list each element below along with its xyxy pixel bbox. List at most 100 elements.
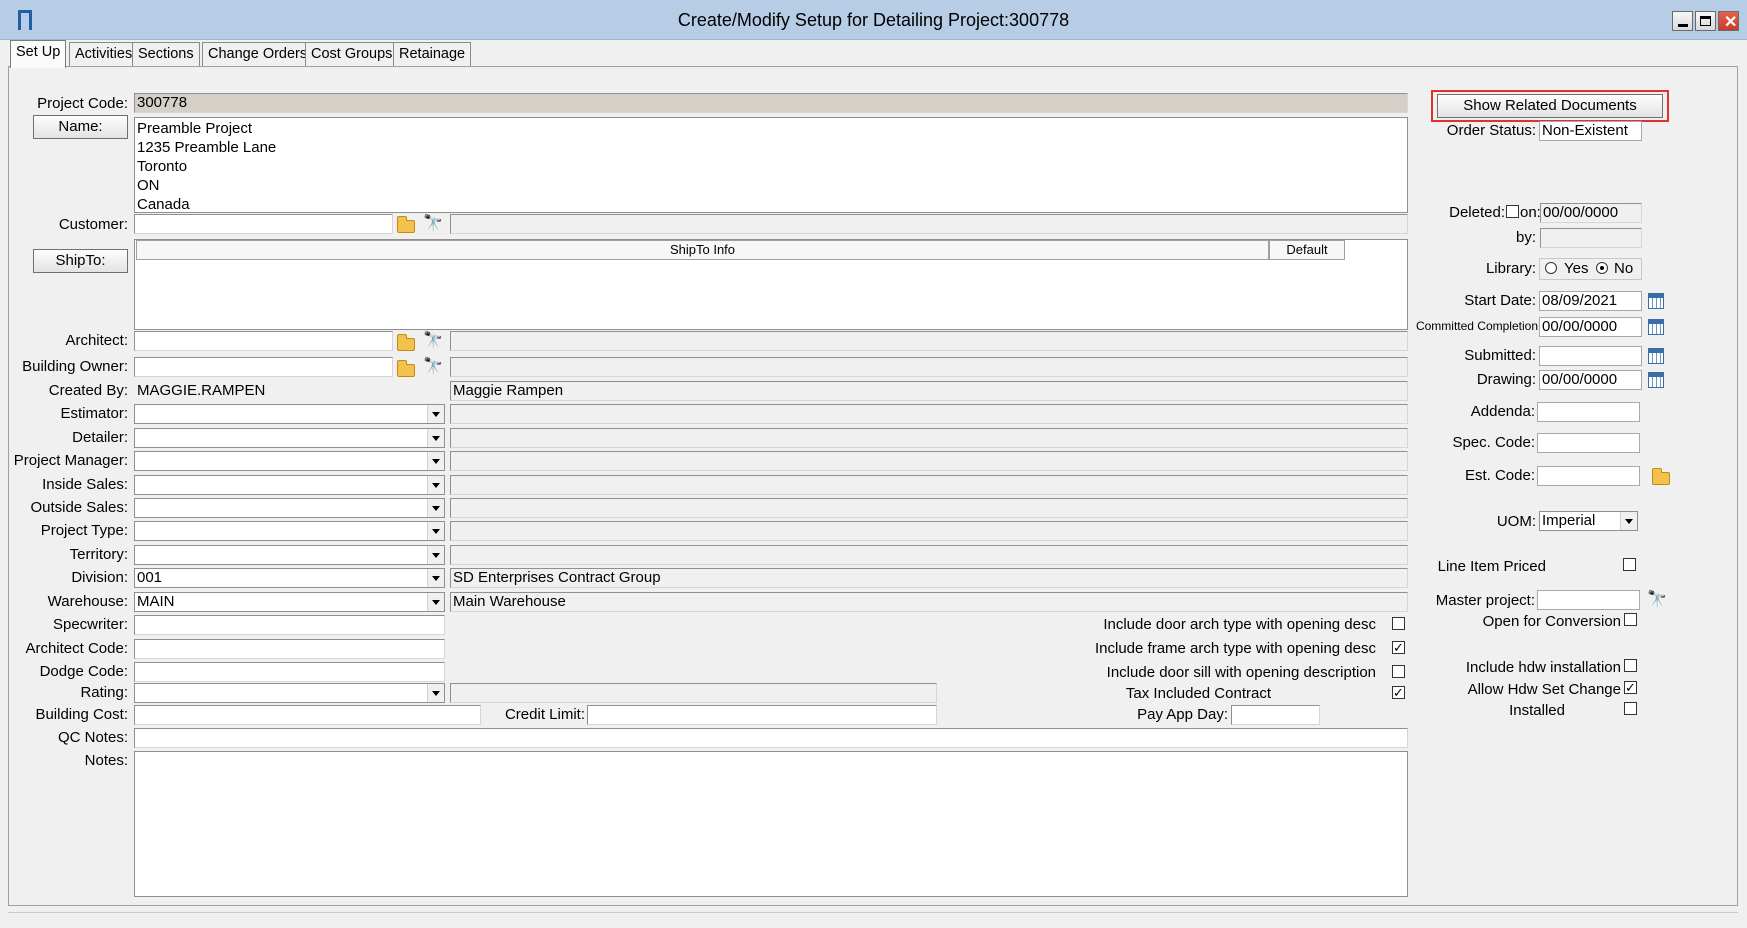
rating-select[interactable] xyxy=(134,683,445,703)
shipto-info-header[interactable]: ShipTo Info xyxy=(136,240,1269,260)
architect-code-label: Architect Code: xyxy=(25,640,128,657)
start-date-input[interactable]: 08/09/2021 xyxy=(1539,291,1642,311)
customer-browse-folder-icon[interactable] xyxy=(397,216,415,233)
master-project-search-binoculars-icon[interactable]: 🔭 xyxy=(1647,592,1667,608)
customer-search-binoculars-icon[interactable]: 🔭 xyxy=(423,216,443,232)
shipto-default-header[interactable]: Default xyxy=(1269,240,1345,260)
maximize-button[interactable] xyxy=(1695,11,1716,31)
drawing-input[interactable]: 00/00/0000 xyxy=(1539,370,1642,390)
est-code-input[interactable] xyxy=(1537,466,1640,486)
created-by-name: Maggie Rampen xyxy=(450,381,1408,401)
deleted-by-label: by: xyxy=(1515,229,1536,246)
project-type-select[interactable] xyxy=(134,521,445,541)
uom-label: UOM: xyxy=(1496,513,1536,530)
frame-arch-checkbox[interactable]: ✓ xyxy=(1392,641,1405,654)
warehouse-code: MAIN xyxy=(137,593,175,610)
master-project-input[interactable] xyxy=(1537,590,1640,610)
tab-setup[interactable]: Set Up xyxy=(10,40,67,68)
territory-select[interactable] xyxy=(134,545,445,565)
architect-input[interactable] xyxy=(134,331,393,351)
library-yes-radio[interactable] xyxy=(1545,262,1557,274)
tab-change-orders[interactable]: Change Orders xyxy=(202,42,314,67)
inside-sales-select[interactable] xyxy=(134,475,445,495)
estimator-select[interactable] xyxy=(134,404,445,424)
chevron-down-icon xyxy=(427,522,444,540)
building-owner-input[interactable] xyxy=(134,357,393,377)
division-label: Division: xyxy=(71,569,128,586)
outside-sales-select[interactable] xyxy=(134,498,445,518)
open-for-conversion-checkbox[interactable] xyxy=(1624,613,1637,626)
uom-value: Imperial xyxy=(1542,512,1596,529)
outside-sales-name-field xyxy=(450,498,1408,518)
frame-arch-option-label: Include frame arch type with opening des… xyxy=(1095,640,1376,657)
project-code-field: 300778 xyxy=(134,93,1408,113)
installed-checkbox[interactable] xyxy=(1624,702,1637,715)
tab-retainage[interactable]: Retainage xyxy=(393,42,472,67)
deleted-on-label: on: xyxy=(1520,204,1541,221)
division-name-field: SD Enterprises Contract Group xyxy=(450,568,1408,588)
submitted-input[interactable] xyxy=(1539,346,1642,366)
project-manager-select[interactable] xyxy=(134,451,445,471)
line-item-priced-checkbox[interactable] xyxy=(1623,558,1636,571)
specwriter-label: Specwriter: xyxy=(52,616,128,633)
architect-code-input[interactable] xyxy=(134,639,445,659)
drawing-calendar-icon[interactable] xyxy=(1648,372,1664,388)
chevron-down-icon xyxy=(427,405,444,423)
library-no-radio[interactable] xyxy=(1596,262,1608,274)
tab-activities[interactable]: Activities xyxy=(69,42,139,67)
division-select[interactable]: 001 xyxy=(134,568,445,588)
window-title: Create/Modify Setup for Detailing Projec… xyxy=(677,10,1070,30)
chevron-down-icon xyxy=(427,546,444,564)
architect-browse-folder-icon[interactable] xyxy=(397,334,415,351)
allow-hdw-set-change-checkbox[interactable]: ✓ xyxy=(1624,681,1637,694)
project-code-label: Project Code: xyxy=(37,95,128,112)
uom-select[interactable]: Imperial xyxy=(1539,511,1638,531)
minimize-button[interactable] xyxy=(1672,11,1693,31)
building-owner-search-binoculars-icon[interactable]: 🔭 xyxy=(423,359,443,375)
project-manager-label: Project Manager: xyxy=(13,452,128,469)
start-date-calendar-icon[interactable] xyxy=(1648,293,1664,309)
show-related-documents-button[interactable]: Show Related Documents xyxy=(1437,94,1663,118)
qc-notes-input[interactable] xyxy=(134,728,1408,748)
submitted-label: Submitted: xyxy=(1464,347,1536,364)
building-cost-input[interactable] xyxy=(134,705,481,725)
submitted-calendar-icon[interactable] xyxy=(1648,348,1664,364)
detailer-select[interactable] xyxy=(134,428,445,448)
deleted-checkbox[interactable] xyxy=(1506,205,1519,218)
pay-app-day-input[interactable] xyxy=(1231,705,1320,725)
door-arch-option-label: Include door arch type with opening desc xyxy=(1103,616,1376,633)
tab-sections[interactable]: Sections xyxy=(132,42,200,67)
spec-code-input[interactable] xyxy=(1537,433,1640,453)
estimator-label: Estimator: xyxy=(60,405,128,422)
customer-input[interactable] xyxy=(134,214,393,234)
architect-search-binoculars-icon[interactable]: 🔭 xyxy=(423,333,443,349)
name-button[interactable]: Name: xyxy=(33,115,128,139)
warehouse-label: Warehouse: xyxy=(47,593,128,610)
deleted-by-field xyxy=(1540,228,1642,248)
addenda-input[interactable] xyxy=(1537,402,1640,422)
dodge-code-input[interactable] xyxy=(134,662,445,682)
tab-cost-groups[interactable]: Cost Groups xyxy=(305,42,399,67)
committed-completion-input[interactable]: 00/00/0000 xyxy=(1539,317,1642,337)
include-hdw-installation-checkbox[interactable] xyxy=(1624,659,1637,672)
shipto-button[interactable]: ShipTo: xyxy=(33,249,128,273)
est-code-label: Est. Code: xyxy=(1464,467,1535,484)
rating-label: Rating: xyxy=(80,684,128,701)
credit-limit-input[interactable] xyxy=(587,705,937,725)
building-owner-browse-folder-icon[interactable] xyxy=(397,360,415,377)
est-code-browse-folder-icon[interactable] xyxy=(1652,468,1670,485)
notes-textarea[interactable] xyxy=(134,751,1408,897)
installed-label: Installed xyxy=(1509,702,1565,719)
name-address-field[interactable]: Preamble Project 1235 Preamble Lane Toro… xyxy=(134,117,1408,213)
committed-completion-label: Committed Completion xyxy=(1415,319,1538,333)
library-label: Library: xyxy=(1485,260,1536,277)
inside-sales-name-field xyxy=(450,475,1408,495)
rating-name-field xyxy=(450,683,937,703)
open-for-conversion-label: Open for Conversion xyxy=(1482,613,1621,630)
specwriter-input[interactable] xyxy=(134,615,445,635)
notes-label: Notes: xyxy=(84,752,128,769)
close-button[interactable]: ✕ xyxy=(1718,11,1739,31)
committed-completion-calendar-icon[interactable] xyxy=(1648,319,1664,335)
warehouse-select[interactable]: MAIN xyxy=(134,592,445,612)
library-no-label: No xyxy=(1614,260,1634,277)
